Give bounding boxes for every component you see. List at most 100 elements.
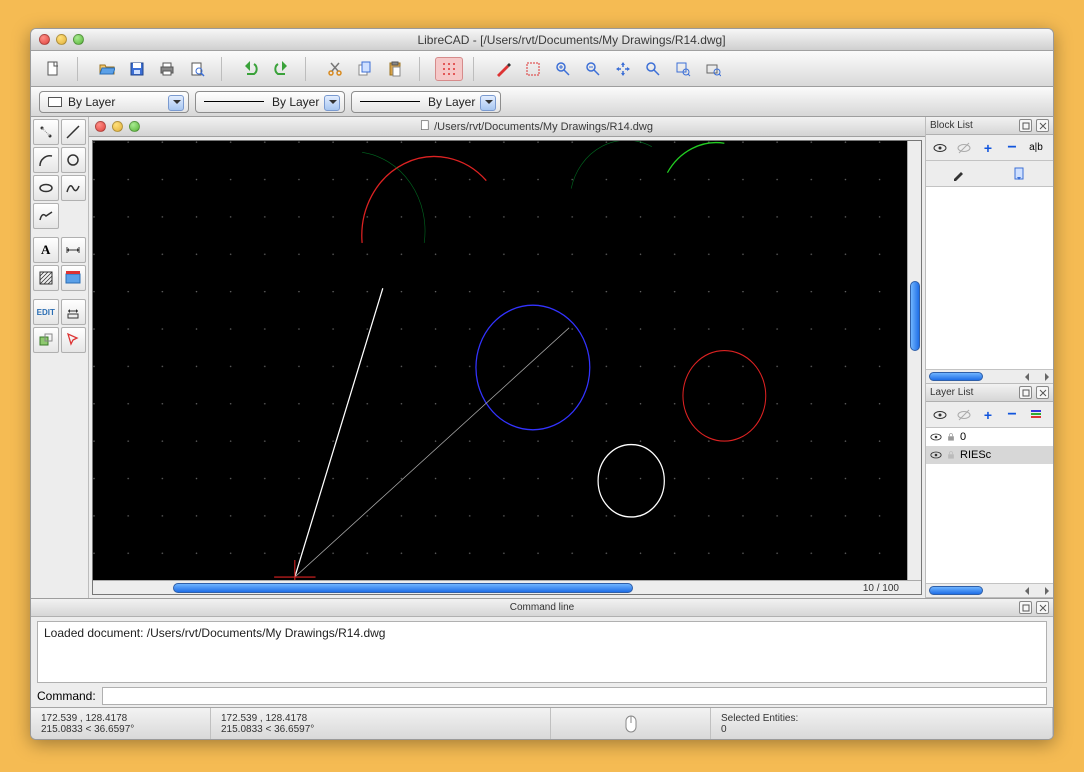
block-remove-button[interactable]: − <box>1003 139 1021 157</box>
zoom-window-button[interactable] <box>73 34 84 45</box>
layer-width-select[interactable]: By Layer <box>195 91 345 113</box>
right-panels: Block List + − a|b <box>925 117 1053 598</box>
spline-tool[interactable] <box>61 175 87 201</box>
status-selection: Selected Entities: 0 <box>711 708 1053 739</box>
layer-add-button[interactable]: + <box>979 406 997 424</box>
block-list-scroll-thumb[interactable] <box>929 372 983 381</box>
layer-name: 0 <box>960 431 966 443</box>
copy-button[interactable] <box>351 57 379 81</box>
modify-tool[interactable]: EDIT <box>33 299 59 325</box>
save-file-button[interactable] <box>123 57 151 81</box>
layer-list-content[interactable]: 0 RIESc <box>926 428 1053 583</box>
point-tool[interactable] <box>33 119 59 145</box>
command-title: Command line <box>510 602 574 613</box>
document-title-text: /Users/rvt/Documents/My Drawings/R14.dwg <box>434 121 653 133</box>
command-close-button[interactable] <box>1036 601 1049 614</box>
circle-tool[interactable] <box>61 147 87 173</box>
zoom-out-button[interactable] <box>579 57 607 81</box>
document-title: /Users/rvt/Documents/My Drawings/R14.dwg <box>154 120 919 133</box>
close-window-button[interactable] <box>39 34 50 45</box>
horizontal-scrollbar[interactable] <box>93 580 921 594</box>
select-tool[interactable] <box>61 327 87 353</box>
block-insert-button[interactable] <box>1011 165 1029 183</box>
zoom-previous-button[interactable] <box>639 57 667 81</box>
status-polar-abs: 215.0833 < 36.6597° <box>41 724 200 735</box>
layer-list-title: Layer List <box>930 387 973 398</box>
document-close-button[interactable] <box>95 121 106 132</box>
block-list-scrollbar[interactable] <box>926 369 1053 383</box>
layer-linetype-select[interactable]: By Layer <box>351 91 501 113</box>
info-tool[interactable] <box>61 299 87 325</box>
lock-icon <box>946 450 956 460</box>
arc-tool[interactable] <box>33 147 59 173</box>
zoom-window-tool-button[interactable] <box>519 57 547 81</box>
layer-hideall-button[interactable] <box>955 406 973 424</box>
grid-toggle-button[interactable] <box>435 57 463 81</box>
zoom-in-button[interactable] <box>549 57 577 81</box>
document-minimize-button[interactable] <box>112 121 123 132</box>
open-file-button[interactable] <box>93 57 121 81</box>
block-list-close-button[interactable] <box>1036 119 1049 132</box>
block-tool[interactable] <box>33 327 59 353</box>
document-traffic-lights <box>95 121 140 132</box>
layer-color-select[interactable]: By Layer <box>39 91 189 113</box>
block-edit-button[interactable] <box>950 165 968 183</box>
command-log: Loaded document: /Users/rvt/Documents/My… <box>37 621 1047 683</box>
traffic-lights <box>39 34 84 45</box>
document-zoom-button[interactable] <box>129 121 140 132</box>
left-tool-palette: A EDIT <box>31 117 89 598</box>
hatch-tool[interactable] <box>33 265 59 291</box>
block-rename-button[interactable]: a|b <box>1027 139 1045 157</box>
image-tool[interactable] <box>61 265 87 291</box>
text-tool[interactable]: A <box>33 237 59 263</box>
block-hidden-icon[interactable] <box>955 139 973 157</box>
horizontal-scroll-thumb[interactable] <box>173 583 633 593</box>
vertical-scroll-thumb[interactable] <box>910 281 920 351</box>
line-tool[interactable] <box>61 119 87 145</box>
ellipse-tool[interactable] <box>33 175 59 201</box>
layer-remove-button[interactable]: − <box>1003 406 1021 424</box>
command-detach-button[interactable] <box>1019 601 1032 614</box>
status-polar-rel: 215.0833 < 36.6597° <box>221 724 540 735</box>
layer-list-close-button[interactable] <box>1036 386 1049 399</box>
block-list-detach-button[interactable] <box>1019 119 1032 132</box>
layer-list-scrollbar[interactable] <box>926 583 1053 597</box>
zoom-pan-button[interactable] <box>699 57 727 81</box>
layer-list-header: Layer List <box>926 384 1053 402</box>
zoom-selection-button[interactable] <box>669 57 697 81</box>
layer-edit-button[interactable] <box>1027 406 1045 424</box>
print-preview-button[interactable] <box>183 57 211 81</box>
property-bar: By Layer By Layer By Layer <box>31 87 1053 117</box>
layer-width-sample <box>204 101 264 102</box>
document-area: /Users/rvt/Documents/My Drawings/R14.dwg <box>89 117 925 598</box>
draft-mode-button[interactable] <box>489 57 517 81</box>
polyline-tool[interactable] <box>33 203 59 229</box>
command-input[interactable] <box>102 687 1047 705</box>
status-coords-rel: 172.539 , 128.4178 <box>221 713 540 724</box>
print-button[interactable] <box>153 57 181 81</box>
dimension-tool[interactable] <box>61 237 87 263</box>
layer-list-detach-button[interactable] <box>1019 386 1032 399</box>
new-file-button[interactable] <box>39 57 67 81</box>
minimize-window-button[interactable] <box>56 34 67 45</box>
drawing-canvas[interactable]: 10 / 100 <box>92 140 922 595</box>
command-header: Command line <box>31 599 1053 617</box>
layer-list-scroll-thumb[interactable] <box>929 586 983 595</box>
layer-row-1[interactable]: RIESc <box>926 446 1053 464</box>
block-visible-icon[interactable] <box>931 139 949 157</box>
block-list-title: Block List <box>930 120 973 131</box>
redo-button[interactable] <box>267 57 295 81</box>
vertical-scrollbar[interactable] <box>907 141 921 580</box>
titlebar: LibreCAD - [/Users/rvt/Documents/My Draw… <box>31 29 1053 51</box>
status-selected-label: Selected Entities: <box>721 713 1042 724</box>
paste-button[interactable] <box>381 57 409 81</box>
document-titlebar: /Users/rvt/Documents/My Drawings/R14.dwg <box>89 117 925 137</box>
lock-icon <box>946 432 956 442</box>
block-list-content[interactable] <box>926 187 1053 369</box>
layer-showall-button[interactable] <box>931 406 949 424</box>
block-add-button[interactable]: + <box>979 139 997 157</box>
undo-button[interactable] <box>237 57 265 81</box>
zoom-extents-button[interactable] <box>609 57 637 81</box>
cut-button[interactable] <box>321 57 349 81</box>
layer-row-0[interactable]: 0 <box>926 428 1053 446</box>
